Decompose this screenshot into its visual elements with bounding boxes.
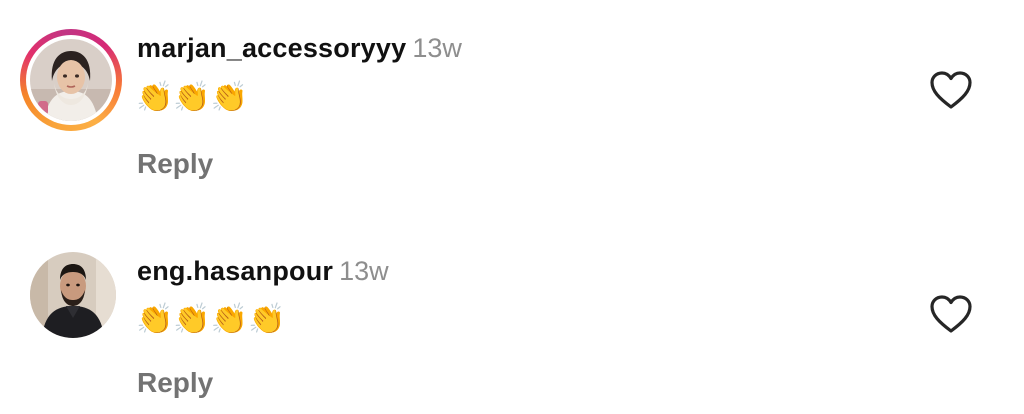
reply-button[interactable]: Reply [137,367,213,399]
comment-item: eng.hasanpour 13w 👏👏👏👏 Reply [0,207,1024,414]
timestamp: 13w [339,256,389,286]
reply-button[interactable]: Reply [137,148,213,180]
timestamp: 13w [412,33,462,63]
comment-item: marjan_accessoryyy 13w 👏👏👏 Reply [0,0,1024,207]
avatar [30,39,112,121]
comment-text: 👏👏👏👏 [136,303,286,336]
comment-header: marjan_accessoryyy 13w [137,33,462,64]
heart-outline-icon [930,71,972,109]
avatar[interactable] [30,252,116,338]
comment-text: 👏👏👏 [136,81,249,114]
username[interactable]: eng.hasanpour [137,256,333,286]
comment-header: eng.hasanpour 13w [137,256,389,287]
like-button[interactable] [929,70,973,110]
username[interactable]: marjan_accessoryyy [137,33,406,63]
heart-outline-icon [930,295,972,333]
avatar-story-ring[interactable] [20,29,122,131]
like-button[interactable] [929,294,973,334]
